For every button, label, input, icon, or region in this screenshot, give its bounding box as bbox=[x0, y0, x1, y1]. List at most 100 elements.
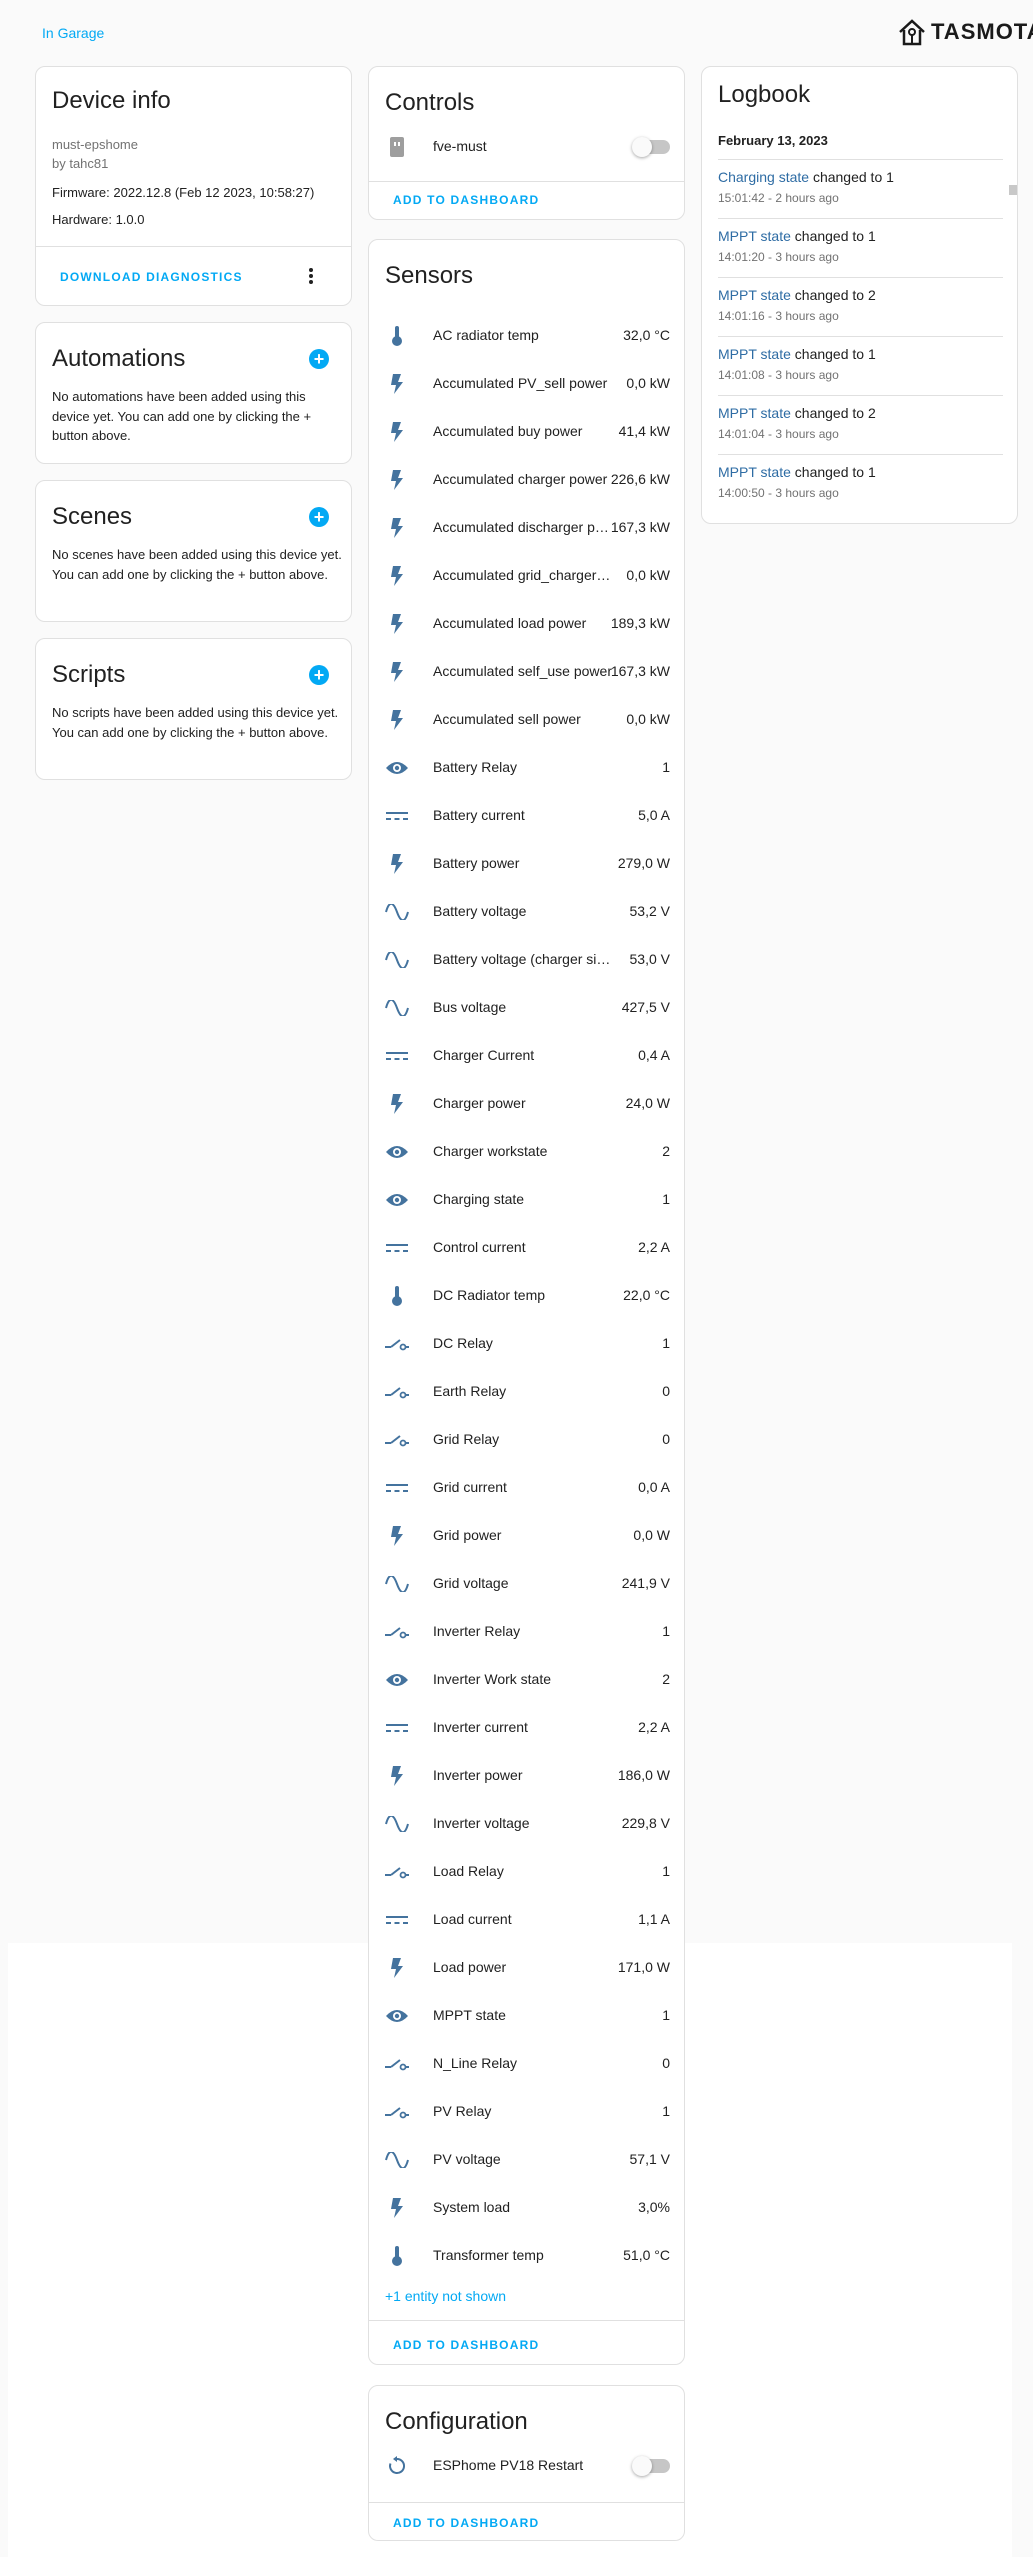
sensor-name: Accumulated sell power bbox=[433, 711, 581, 727]
sensor-row[interactable]: Charging state 1 bbox=[369, 1176, 686, 1224]
flash-icon bbox=[385, 372, 409, 396]
sensor-row[interactable]: Accumulated discharger power 167,3 kW bbox=[369, 504, 686, 552]
logbook-time: 15:01:42 - 2 hours ago bbox=[718, 191, 839, 205]
logbook-time: 14:00:50 - 3 hours ago bbox=[718, 486, 839, 500]
download-diagnostics-button[interactable]: DOWNLOAD DIAGNOSTICS bbox=[60, 270, 243, 284]
sensor-name: Battery Relay bbox=[433, 759, 518, 775]
sensor-row[interactable]: Battery voltage (charger side) 53,0 V bbox=[369, 936, 686, 984]
sensor-row[interactable]: Inverter power 186,0 W bbox=[369, 1752, 686, 1800]
sensor-row[interactable]: Grid current 0,0 A bbox=[369, 1464, 686, 1512]
sensor-row[interactable]: Grid power 0,0 W bbox=[369, 1512, 686, 1560]
sensors-add-to-dashboard-button[interactable]: ADD TO DASHBOARD bbox=[393, 2338, 539, 2352]
sensor-row[interactable]: Accumulated PV_sell power 0,0 kW bbox=[369, 360, 686, 408]
sensor-row[interactable]: Control current 2,2 A bbox=[369, 1224, 686, 1272]
sensor-value: 0 bbox=[662, 1383, 670, 1399]
configuration-add-to-dashboard-button[interactable]: ADD TO DASHBOARD bbox=[393, 2516, 539, 2530]
sensor-row[interactable]: Load power 171,0 W bbox=[369, 1944, 686, 1992]
logbook-entity-link[interactable]: MPPT state bbox=[718, 464, 791, 480]
more-options-icon[interactable] bbox=[309, 268, 313, 284]
logbook-entity-link[interactable]: Charging state bbox=[718, 169, 809, 185]
sensor-row[interactable]: Grid Relay 0 bbox=[369, 1416, 686, 1464]
sensor-value: 1 bbox=[662, 759, 670, 775]
flash-icon bbox=[385, 468, 409, 492]
sensor-row[interactable]: N_Line Relay 0 bbox=[369, 2040, 686, 2088]
sensor-row[interactable]: Inverter voltage 229,8 V bbox=[369, 1800, 686, 1848]
sensor-row[interactable]: Battery power 279,0 W bbox=[369, 840, 686, 888]
sensor-row[interactable]: Inverter Work state 2 bbox=[369, 1656, 686, 1704]
add-scene-icon[interactable]: + bbox=[309, 507, 329, 527]
sensor-row[interactable]: Load current 1,1 A bbox=[369, 1896, 686, 1944]
sensor-value: 186,0 W bbox=[617, 1767, 670, 1783]
sensor-row[interactable]: Charger workstate 2 bbox=[369, 1128, 686, 1176]
fve-must-toggle[interactable] bbox=[632, 137, 670, 157]
sensor-name: System load bbox=[433, 2199, 511, 2215]
current-dc-icon bbox=[385, 804, 409, 828]
add-script-icon[interactable]: + bbox=[309, 665, 329, 685]
sensor-row[interactable]: Inverter current 2,2 A bbox=[369, 1704, 686, 1752]
sensor-row[interactable]: Bus voltage 427,5 V bbox=[369, 984, 686, 1032]
sensor-value: 0 bbox=[662, 2055, 670, 2071]
sensor-row[interactable]: Charger Current 0,4 A bbox=[369, 1032, 686, 1080]
logbook-scrollbar[interactable] bbox=[1009, 185, 1017, 195]
logbook-message: MPPT state changed to 1 bbox=[718, 464, 876, 480]
sensor-row[interactable]: Accumulated load power 189,3 kW bbox=[369, 600, 686, 648]
controls-add-to-dashboard-button[interactable]: ADD TO DASHBOARD bbox=[393, 193, 539, 207]
sensor-value: 1 bbox=[662, 1623, 670, 1639]
sensor-row[interactable]: MPPT state 1 bbox=[369, 1992, 686, 2040]
sensor-name: Charger Current bbox=[433, 1047, 535, 1063]
logbook-entry: MPPT state changed to 1 14:01:20 - 3 hour… bbox=[718, 218, 1003, 276]
card-divider bbox=[36, 246, 351, 247]
sensor-row[interactable]: Battery current 5,0 A bbox=[369, 792, 686, 840]
sensor-row[interactable]: PV voltage 57,1 V bbox=[369, 2136, 686, 2184]
sensor-value: 226,6 kW bbox=[610, 471, 670, 487]
logbook-entity-link[interactable]: MPPT state bbox=[718, 228, 791, 244]
flash-icon bbox=[385, 1956, 409, 1980]
logbook-entity-link[interactable]: MPPT state bbox=[718, 405, 791, 421]
scripts-title: Scripts bbox=[52, 661, 126, 688]
sensor-row[interactable]: Inverter Relay 1 bbox=[369, 1608, 686, 1656]
sensor-row[interactable]: Transformer temp 51,0 °C bbox=[369, 2232, 686, 2280]
thermometer-icon bbox=[385, 2244, 409, 2268]
relay-icon bbox=[385, 1380, 409, 1404]
sensor-row[interactable]: Accumulated charger power 226,6 kW bbox=[369, 456, 686, 504]
logbook-change-text: changed to 1 bbox=[790, 228, 876, 244]
breadcrumb-area-link[interactable]: In Garage bbox=[42, 25, 104, 41]
sensor-row[interactable]: Battery Relay 1 bbox=[369, 744, 686, 792]
add-automation-icon[interactable]: + bbox=[309, 349, 329, 369]
sensor-value: 0 bbox=[662, 1431, 670, 1447]
sensors-card: Sensors AC radiator temp 32,0 °C Accumulat… bbox=[368, 239, 685, 2365]
config-row-restart[interactable]: ESPhome PV18 Restart bbox=[369, 2442, 686, 2490]
sensor-row[interactable]: Load Relay 1 bbox=[369, 1848, 686, 1896]
sensor-row[interactable]: Battery voltage 53,2 V bbox=[369, 888, 686, 936]
sensor-row[interactable]: AC radiator temp 32,0 °C bbox=[369, 312, 686, 360]
sensor-name: MPPT state bbox=[433, 2007, 506, 2023]
configuration-card: Configuration ESPhome PV18 Restart ADD T… bbox=[368, 2385, 685, 2541]
sine-wave-icon bbox=[385, 900, 409, 924]
restart-toggle[interactable] bbox=[632, 2456, 670, 2476]
control-name: fve-must bbox=[433, 138, 487, 154]
controls-title: Controls bbox=[385, 89, 475, 116]
sensor-row[interactable]: PV Relay 1 bbox=[369, 2088, 686, 2136]
sensor-row[interactable]: Grid voltage 241,9 V bbox=[369, 1560, 686, 1608]
sensor-row[interactable]: Earth Relay 0 bbox=[369, 1368, 686, 1416]
sensor-row[interactable]: Accumulated sell power 0,0 kW bbox=[369, 696, 686, 744]
sensor-name: PV Relay bbox=[433, 2103, 492, 2119]
logbook-entity-link[interactable]: MPPT state bbox=[718, 287, 791, 303]
sensor-row[interactable]: DC Relay 1 bbox=[369, 1320, 686, 1368]
sensor-name: Charger power bbox=[433, 1095, 526, 1111]
sensor-row[interactable]: Accumulated self_use power 167,3 kW bbox=[369, 648, 686, 696]
sensor-row[interactable]: DC Radiator temp 22,0 °C bbox=[369, 1272, 686, 1320]
relay-icon bbox=[385, 1860, 409, 1884]
sensor-row[interactable]: Accumulated buy power 41,4 kW bbox=[369, 408, 686, 456]
logbook-entity-link[interactable]: MPPT state bbox=[718, 346, 791, 362]
sensor-value: 279,0 W bbox=[617, 855, 670, 871]
sensor-row[interactable]: Accumulated grid_charger power 0,0 kW bbox=[369, 552, 686, 600]
sensor-value: 1 bbox=[662, 2103, 670, 2119]
control-row-fve-must[interactable]: fve-must bbox=[369, 123, 686, 171]
show-more-entities-link[interactable]: +1 entity not shown bbox=[385, 2288, 506, 2304]
sensor-row[interactable]: System load 3,0% bbox=[369, 2184, 686, 2232]
sensor-row[interactable]: Charger power 24,0 W bbox=[369, 1080, 686, 1128]
sine-wave-icon bbox=[385, 996, 409, 1020]
flash-icon bbox=[385, 516, 409, 540]
logbook-message: Charging state changed to 1 bbox=[718, 169, 894, 185]
